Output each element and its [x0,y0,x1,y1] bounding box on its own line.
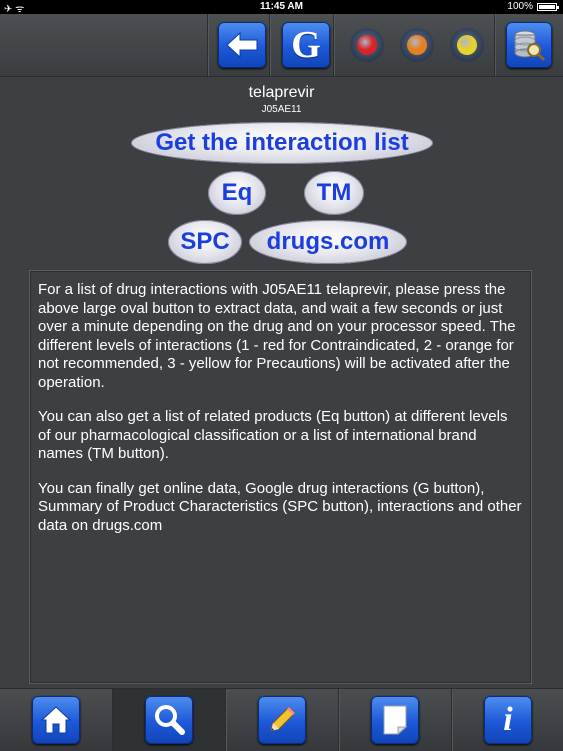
info-paragraph-3: You can finally get online data, Google … [38,479,522,534]
orange-dot-icon [407,35,427,55]
info-button[interactable]: i [484,696,532,744]
yellow-dot-icon [457,35,477,55]
pencil-icon [270,706,296,732]
note-icon [383,705,408,736]
top-toolbar: G [0,14,563,77]
info-paragraph-1: For a list of drug interactions with J05… [38,281,516,391]
red-dot-icon [357,35,377,55]
search-button[interactable] [145,696,193,744]
google-g-icon: G [291,24,321,66]
tab-info[interactable]: i [452,689,563,751]
back-button[interactable] [218,22,266,68]
tab-search[interactable] [113,689,225,751]
battery-icon [537,2,559,11]
precautions-filter-button[interactable] [450,28,484,62]
bottom-tab-bar: i [0,688,563,751]
battery-percent: 100% [507,1,533,12]
status-bar: ✈ ᯤ 11:45 AM 100% [0,0,563,15]
contraindicated-filter-button[interactable] [350,28,384,62]
drug-name-title: telaprevir [248,84,315,101]
tab-document[interactable] [339,689,451,751]
tab-home[interactable] [0,689,112,751]
battery-status: 100% [507,1,559,12]
info-text-panel[interactable]: For a list of drug interactions with J05… [29,270,532,684]
search-icon [155,705,185,735]
tm-button[interactable]: TM [304,171,364,215]
database-search-button[interactable] [506,22,552,68]
home-icon [40,706,72,734]
back-arrow-icon [226,31,258,59]
note-button[interactable] [371,696,419,744]
atc-code: J05AE11 [261,104,302,115]
tab-notes[interactable] [226,689,338,751]
eq-button[interactable]: Eq [208,171,266,215]
info-paragraph-2: You can also get a list of related produ… [38,408,508,462]
get-interaction-list-button[interactable]: Get the interaction list [131,122,433,164]
edit-button[interactable] [258,696,306,744]
status-time: 11:45 AM [260,1,303,12]
info-icon: i [503,701,513,738]
home-button[interactable] [32,696,80,744]
database-search-icon [514,30,546,62]
spc-button[interactable]: SPC [168,220,242,264]
not-recommended-filter-button[interactable] [400,28,434,62]
drugs-com-button[interactable]: drugs.com [249,220,407,264]
google-button[interactable]: G [282,22,330,68]
